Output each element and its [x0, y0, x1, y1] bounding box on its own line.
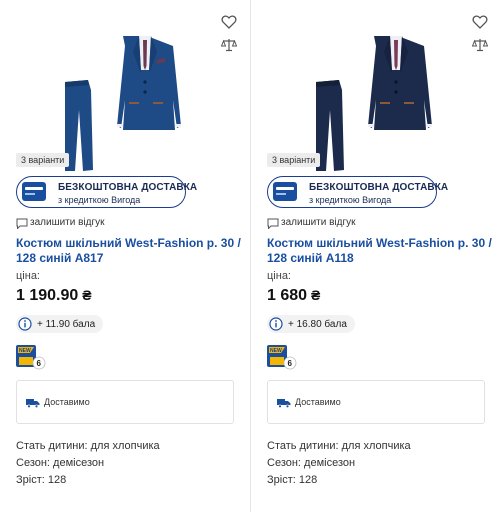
new-badge-icon: NEW 6: [16, 345, 46, 370]
bonus-points[interactable]: + 11.90 бала: [16, 315, 104, 333]
variants-badge[interactable]: 3 варіанти: [267, 153, 321, 167]
info-icon[interactable]: [18, 317, 32, 331]
truck-icon: [26, 399, 40, 408]
currency-symbol: ₴: [82, 287, 92, 303]
shipping-label: Доставимо: [44, 397, 90, 407]
delivery-title: БЕЗКОШТОВНА ДОСТАВКА: [58, 182, 198, 193]
product-image[interactable]: [306, 30, 446, 188]
attribute-season: Сезон: демісезон: [16, 457, 105, 469]
product-image[interactable]: [55, 30, 195, 188]
attribute-gender: Стать дитини: для хлопчика: [16, 440, 160, 452]
price-value: 1 190.90: [16, 287, 79, 304]
info-icon[interactable]: [269, 317, 283, 331]
bonus-text: + 11.90 бала: [37, 318, 96, 330]
compare-scales-icon[interactable]: [221, 38, 237, 52]
new-badge-label: NEW: [19, 348, 31, 354]
vygoda-card-icon: [22, 182, 46, 201]
review-label: залишити відгук: [281, 217, 356, 228]
delivery-title: БЕЗКОШТОВНА ДОСТАВКА: [309, 182, 449, 193]
attribute-season: Сезон: демісезон: [267, 457, 356, 469]
price-label: ціна:: [267, 270, 291, 282]
bonus-points[interactable]: + 16.80 бала: [267, 315, 355, 333]
speech-bubble-icon: [267, 218, 279, 229]
product-attributes: Стать дитини: для хлопчика Сезон: демісе…: [267, 438, 411, 489]
heart-icon[interactable]: [221, 14, 237, 30]
product-price: 1 190.90 ₴: [16, 287, 92, 305]
attribute-height: Зріст: 128: [16, 474, 67, 486]
product-title-link[interactable]: Костюм шкільний West-Fashion р. 30 / 128…: [16, 236, 241, 266]
heart-icon[interactable]: [472, 14, 488, 30]
attribute-height: Зріст: 128: [267, 474, 318, 486]
shipping-box[interactable]: Доставимо: [267, 380, 485, 424]
speech-bubble-icon: [16, 218, 28, 229]
attribute-gender: Стать дитини: для хлопчика: [267, 440, 411, 452]
price-value: 1 680: [267, 287, 308, 304]
delivery-subtitle: з кредиткою Вигода: [309, 195, 392, 205]
currency-symbol: ₴: [311, 287, 321, 303]
product-price: 1 680 ₴: [267, 287, 320, 305]
product-attributes: Стать дитини: для хлопчика Сезон: демісе…: [16, 438, 160, 489]
shipping-label: Доставимо: [295, 397, 341, 407]
product-card[interactable]: 3 варіанти БЕЗКОШТОВНА ДОСТАВКА з кредит…: [251, 0, 502, 512]
free-delivery-banner[interactable]: БЕЗКОШТОВНА ДОСТАВКА з кредиткою Вигода: [16, 176, 197, 208]
bonus-text: + 16.80 бала: [288, 318, 347, 330]
compare-scales-icon[interactable]: [472, 38, 488, 52]
product-title-link[interactable]: Костюм шкільний West-Fashion р. 30 / 128…: [267, 236, 492, 266]
new-badge-count: 6: [37, 359, 42, 368]
variants-badge[interactable]: 3 варіанти: [16, 153, 70, 167]
shipping-box[interactable]: Доставимо: [16, 380, 234, 424]
new-badge-label: NEW: [270, 348, 282, 354]
free-delivery-banner[interactable]: БЕЗКОШТОВНА ДОСТАВКА з кредиткою Вигода: [267, 176, 448, 208]
new-badge-count: 6: [288, 359, 293, 368]
review-label: залишити відгук: [30, 217, 105, 228]
product-card[interactable]: 3 варіанти БЕЗКОШТОВНА ДОСТАВКА з кредит…: [0, 0, 251, 512]
new-badge-icon: NEW 6: [267, 345, 297, 370]
vygoda-card-icon: [273, 182, 297, 201]
delivery-subtitle: з кредиткою Вигода: [58, 195, 141, 205]
product-grid: 3 варіанти БЕЗКОШТОВНА ДОСТАВКА з кредит…: [0, 0, 502, 512]
price-label: ціна:: [16, 270, 40, 282]
truck-icon: [277, 399, 291, 408]
